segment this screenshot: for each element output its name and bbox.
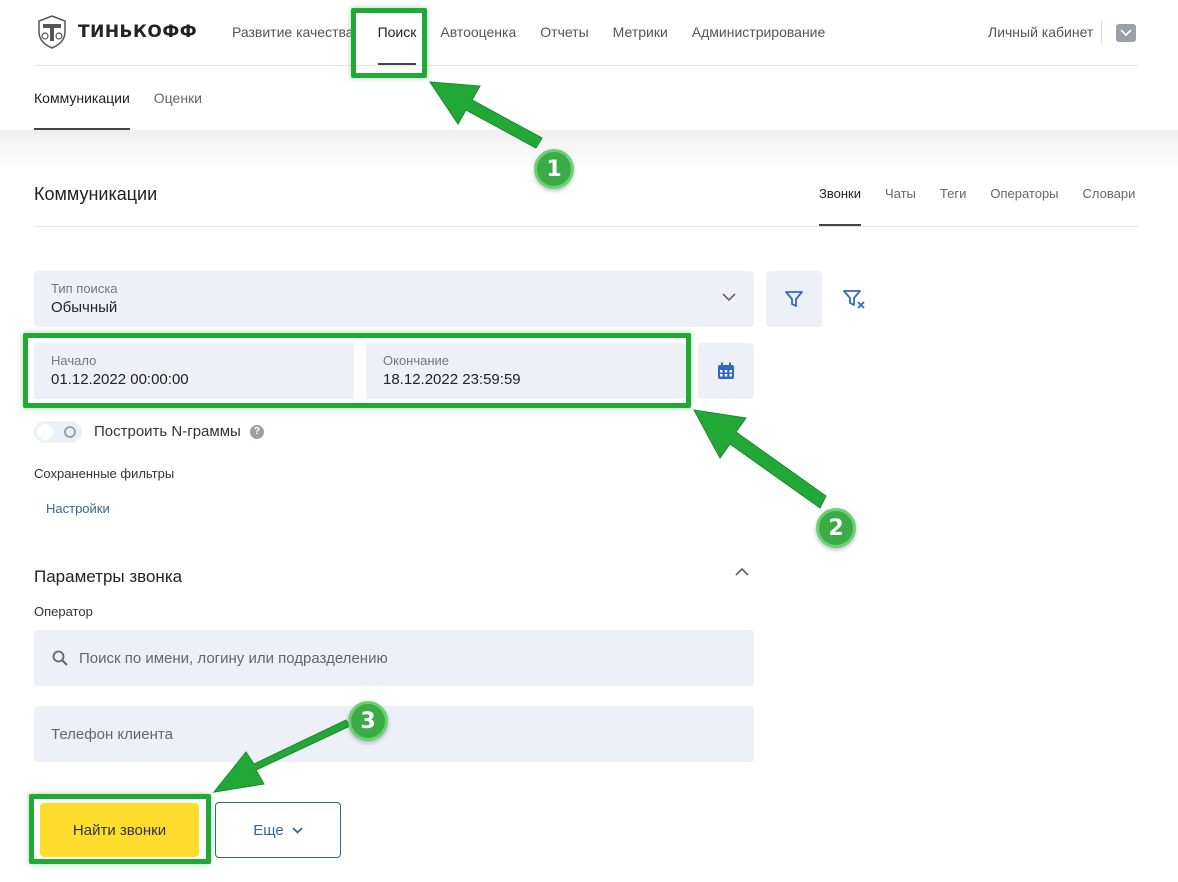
calendar-button[interactable] — [698, 343, 754, 399]
page-title: Коммуникации — [34, 184, 158, 204]
account-dropdown-button[interactable] — [1116, 24, 1136, 42]
nav-item-metrics[interactable]: Метрики — [613, 0, 668, 65]
nav-item-quality[interactable]: Развитие качества — [232, 0, 354, 65]
ngram-toggle[interactable] — [34, 421, 82, 443]
logo[interactable]: ТИНЬКОФФ — [34, 14, 197, 50]
chevron-down-icon — [292, 826, 303, 834]
filter-clear-icon — [843, 290, 865, 309]
search-type-select[interactable]: Тип поиска Обычный — [34, 271, 754, 327]
section-divider — [34, 226, 1138, 227]
annotation-badge-2: 2 — [816, 508, 856, 548]
filter-icon — [785, 291, 803, 307]
tab-operators[interactable]: Операторы — [990, 168, 1058, 226]
header-shadow — [0, 130, 1178, 170]
more-button[interactable]: Еще — [215, 802, 341, 858]
help-icon[interactable]: ? — [250, 425, 264, 439]
subnav-item-communications[interactable]: Коммуникации — [34, 66, 130, 130]
toggle-knob — [37, 424, 53, 440]
ngram-label: Построить N-граммы — [94, 423, 241, 440]
subnav-item-ratings[interactable]: Оценки — [154, 66, 202, 130]
personal-cabinet-link[interactable]: Личный кабинет — [988, 24, 1093, 40]
annotation-badge-1: 1 — [534, 149, 574, 189]
section-tabs: Звонки Чаты Теги Операторы Словари — [819, 168, 1135, 226]
tab-tags[interactable]: Теги — [940, 168, 966, 226]
saved-filters-title: Сохраненные фильтры — [34, 466, 175, 481]
tab-chats[interactable]: Чаты — [885, 168, 916, 226]
search-type-label: Тип поиска — [51, 281, 118, 296]
main-nav: Развитие качества Поиск Автооценка Отчет… — [232, 0, 849, 65]
operator-label: Оператор — [34, 604, 93, 619]
search-type-value: Обычный — [51, 299, 118, 316]
clear-filter-button[interactable] — [834, 278, 874, 320]
chevron-up-icon[interactable] — [734, 566, 750, 578]
tab-calls[interactable]: Звонки — [819, 168, 861, 226]
header-divider — [1101, 21, 1102, 45]
nav-item-reports[interactable]: Отчеты — [540, 0, 588, 65]
nav-item-autoscore[interactable]: Автооценка — [440, 0, 516, 65]
tab-dictionaries[interactable]: Словари — [1083, 168, 1136, 226]
filter-button[interactable] — [766, 271, 822, 327]
sub-nav: Коммуникации Оценки — [34, 66, 226, 130]
nav-item-admin[interactable]: Администрирование — [692, 0, 826, 65]
settings-link[interactable]: Настройки — [46, 501, 110, 516]
chevron-down-icon — [722, 293, 736, 302]
operator-search-input[interactable] — [34, 630, 754, 686]
more-button-label: Еще — [253, 821, 284, 839]
annotation-badge-3: 3 — [348, 701, 388, 741]
chevron-down-icon — [1120, 29, 1132, 37]
highlight-find-button — [29, 794, 211, 864]
highlight-date-range — [23, 333, 691, 408]
toggle-off-indicator — [64, 426, 76, 438]
tinkoff-emblem-icon — [38, 15, 66, 49]
client-phone-input[interactable] — [34, 706, 754, 762]
annotation-arrow-2 — [693, 409, 827, 509]
highlight-search-tab — [351, 8, 427, 78]
search-icon — [52, 650, 68, 666]
calendar-icon — [718, 362, 734, 379]
brand-name: ТИНЬКОФФ — [78, 22, 198, 42]
top-bar: ТИНЬКОФФ Развитие качества Поиск Автооце… — [0, 0, 1178, 130]
call-params-title: Параметры звонка — [34, 567, 183, 586]
